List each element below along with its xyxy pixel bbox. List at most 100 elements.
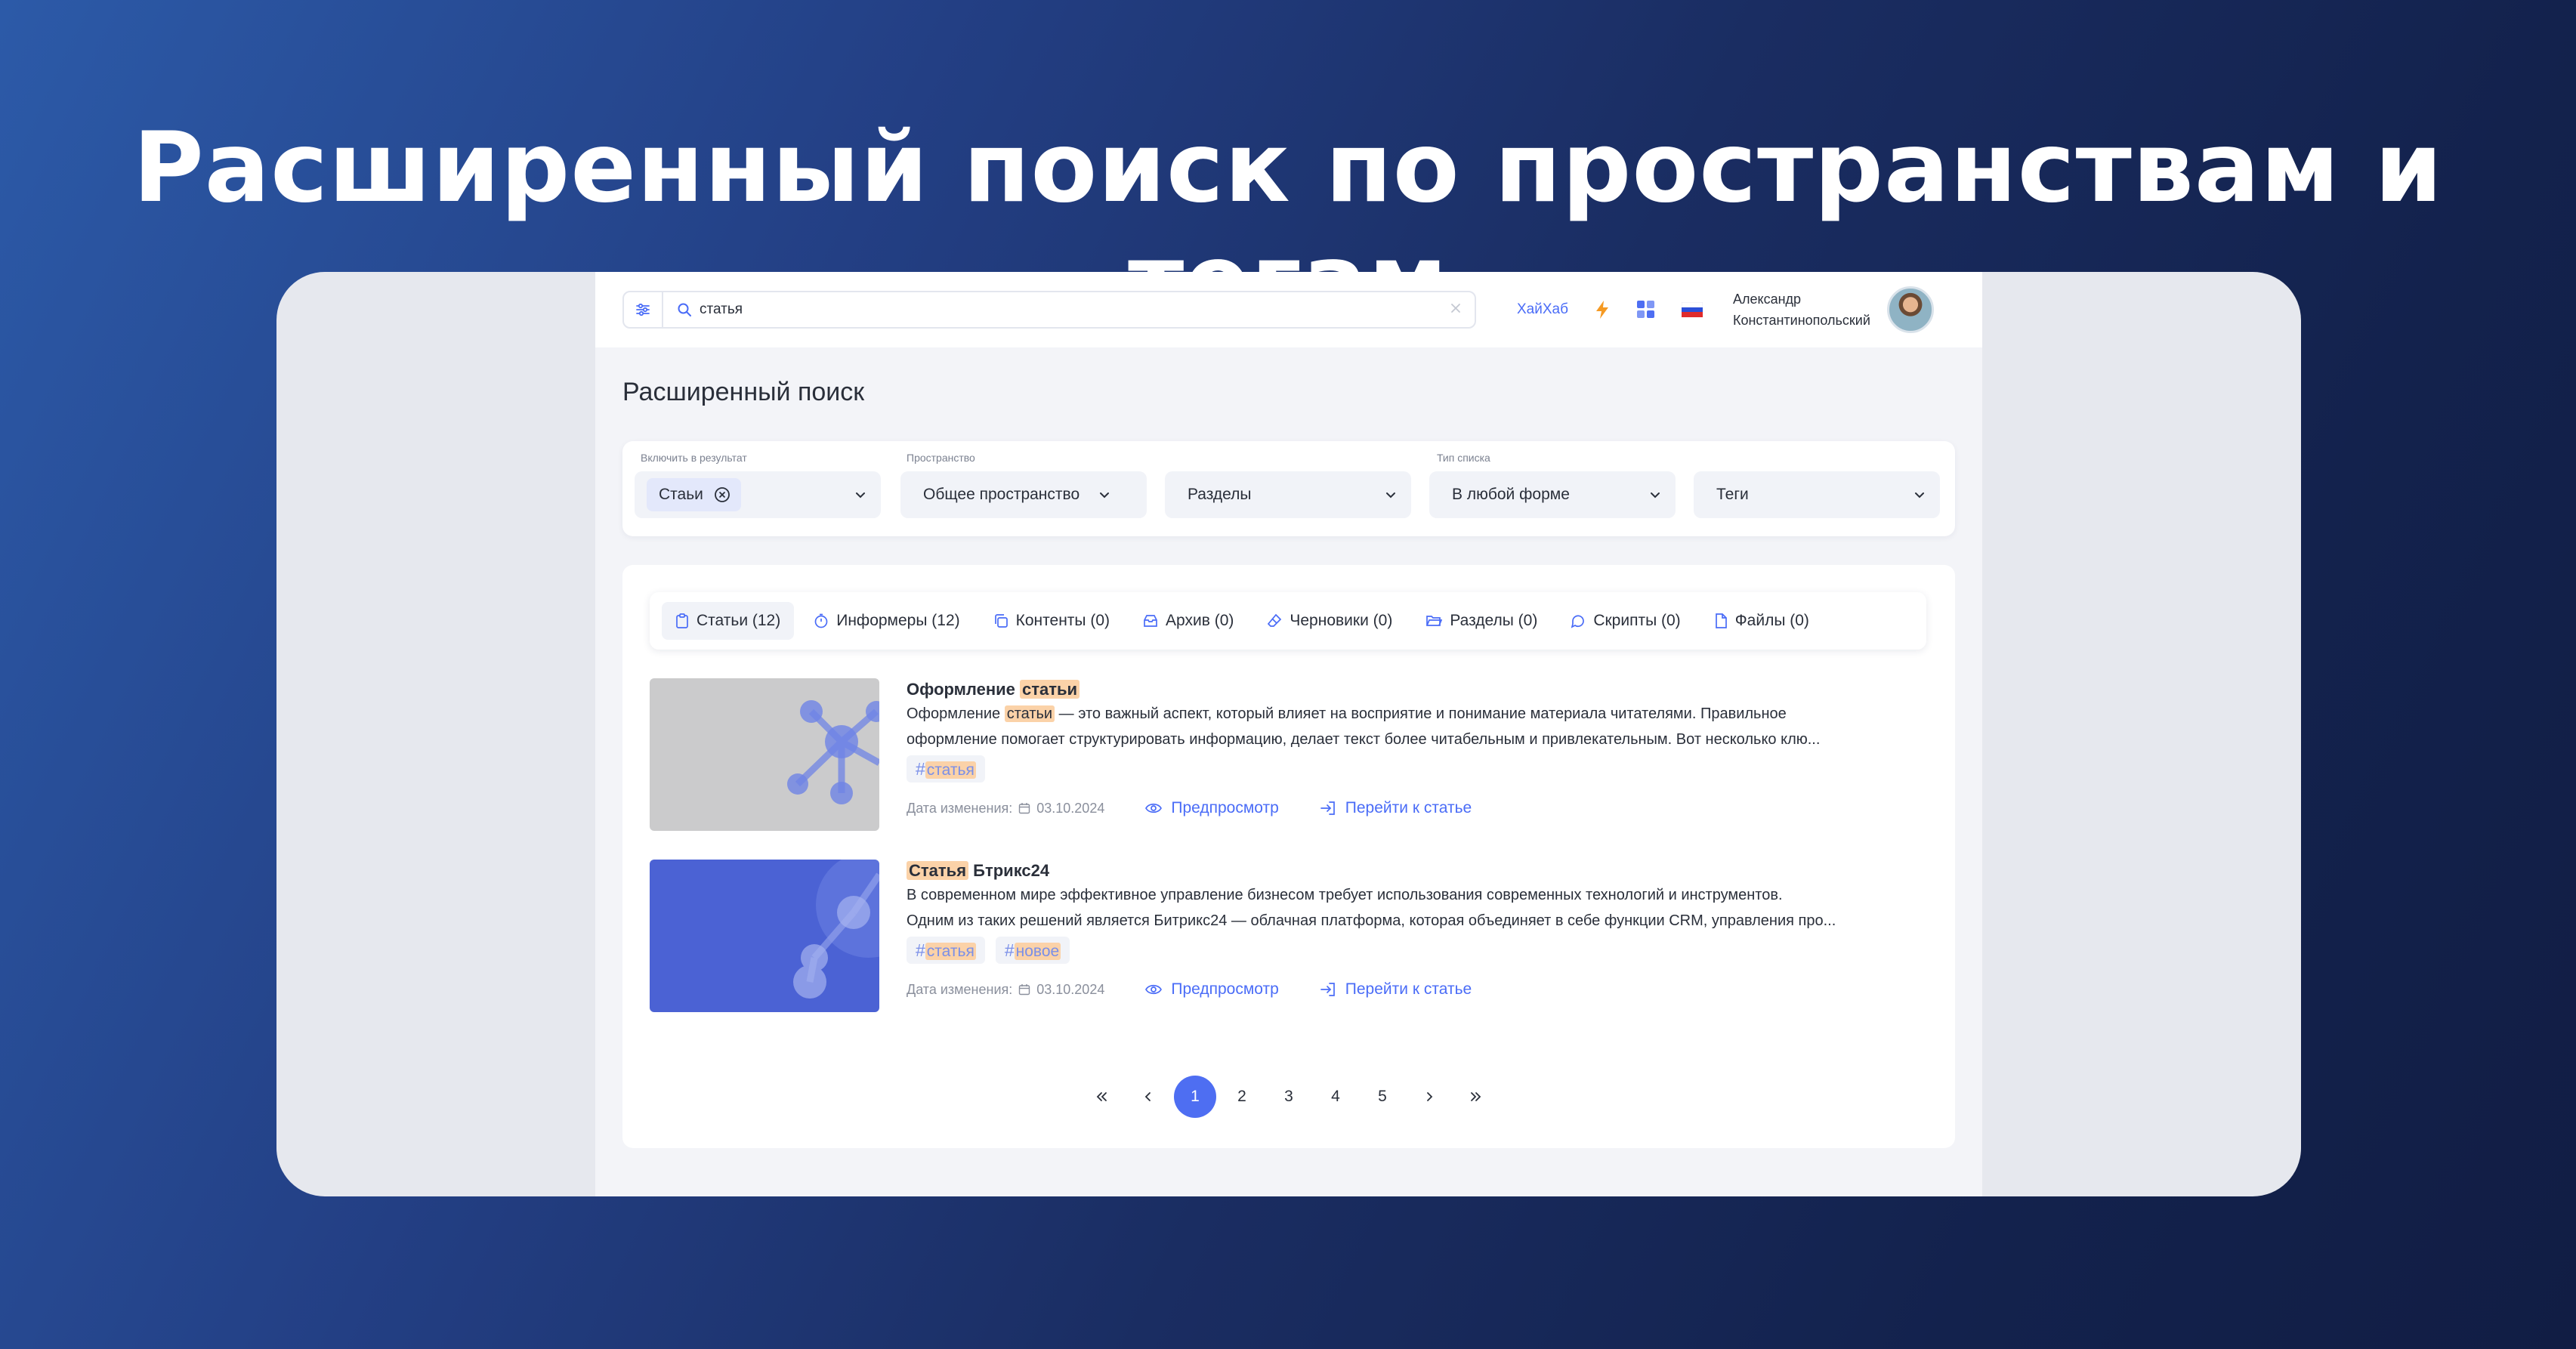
network-graphic-icon: [793, 860, 879, 999]
preview-button[interactable]: Предпросмотр: [1145, 799, 1279, 817]
result-item: Статья Бтрикс24 В современном мире эффек…: [650, 860, 1926, 1012]
search-icon: [678, 303, 691, 316]
double-chevron-right-icon: [1471, 1092, 1481, 1101]
chevron-down-icon: [856, 492, 865, 499]
user-last-name: Константинопольский: [1732, 313, 1870, 328]
goto-article-button[interactable]: Перейти к статье: [1320, 980, 1472, 999]
results-panel: Статьи (12) Информеры (12) Контенты (0) …: [622, 565, 1955, 1148]
date-label: Дата изменения:: [907, 800, 1013, 816]
tab-contents[interactable]: Контенты (0): [980, 602, 1123, 640]
result-title[interactable]: Оформление статьи: [907, 678, 1926, 701]
space-select[interactable]: Общее пространство: [900, 471, 1147, 518]
include-chip[interactable]: Стаьи: [647, 478, 741, 511]
tab-label: Контенты (0): [1015, 612, 1110, 629]
russia-flag-icon[interactable]: [1681, 302, 1703, 317]
copy-icon: [994, 614, 1008, 628]
page-button[interactable]: 3: [1268, 1076, 1310, 1118]
page-button[interactable]: 2: [1221, 1076, 1263, 1118]
tag-list: #статья #новое: [907, 937, 1926, 964]
archive-icon: [1144, 615, 1157, 627]
avatar[interactable]: [1886, 286, 1934, 333]
tab-drafts[interactable]: Черновики (0): [1253, 602, 1406, 640]
tab-label: Черновики (0): [1290, 612, 1393, 629]
preview-button[interactable]: Предпросмотр: [1145, 980, 1279, 999]
list-type-select[interactable]: В любой форме: [1429, 471, 1676, 518]
tab-informers[interactable]: Информеры (12): [800, 602, 973, 640]
top-bar: статья ХайХаб Александр Константинопольс…: [595, 272, 1982, 347]
search-input[interactable]: статья: [700, 301, 743, 318]
tag[interactable]: #статья: [907, 937, 985, 964]
sections-select[interactable]: Разделы: [1165, 471, 1411, 518]
tab-scripts[interactable]: Скрипты (0): [1557, 602, 1694, 640]
tag[interactable]: #статья: [907, 755, 985, 783]
page-button[interactable]: 4: [1314, 1076, 1357, 1118]
result-meta: Дата изменения: 03.10.2024 Предпросмотр …: [907, 980, 1926, 999]
app-window: статья ХайХаб Александр Константинопольс…: [595, 272, 1982, 1196]
result-meta: Дата изменения: 03.10.2024 Предпросмотр …: [907, 799, 1926, 817]
date-value: 03.10.2024: [1036, 800, 1105, 816]
chevron-down-icon: [1100, 492, 1110, 499]
goto-article-button[interactable]: Перейти к статье: [1320, 799, 1472, 817]
tab-sections[interactable]: Разделы (0): [1412, 602, 1551, 640]
last-page-button[interactable]: [1455, 1076, 1497, 1118]
space-value: Общее пространство: [923, 486, 1080, 503]
next-page-button[interactable]: [1408, 1076, 1450, 1118]
result-snippet-line: Оформление статьи — это важный аспект, к…: [907, 705, 1787, 722]
remove-chip-icon[interactable]: [714, 486, 730, 503]
tab-label: Информеры (12): [836, 612, 960, 629]
filter-panel: Включить в результат Стаьи Пространство …: [622, 441, 1955, 536]
login-arrow-icon: [1320, 801, 1335, 815]
page-title: Расширенный поиск: [622, 378, 865, 406]
chevron-down-icon: [1386, 492, 1395, 499]
chat-icon: [1571, 615, 1585, 628]
tab-label: Разделы (0): [1450, 612, 1538, 629]
tab-label: Файлы (0): [1734, 612, 1809, 629]
hub-link[interactable]: ХайХаб: [1517, 301, 1568, 318]
result-item: Оформление статьи Оформление статьи — эт…: [650, 678, 1926, 831]
tags-value: Теги: [1716, 486, 1749, 503]
chevron-left-icon: [1144, 1092, 1151, 1101]
stopwatch-icon: [814, 613, 828, 628]
user-name[interactable]: Александр Константинопольский: [1733, 289, 1870, 331]
tab-label: Статьи (12): [697, 612, 781, 629]
global-search[interactable]: статья: [622, 291, 1476, 329]
user-first-name: Александр: [1732, 292, 1802, 307]
page-button[interactable]: 5: [1361, 1076, 1404, 1118]
tab-files[interactable]: Файлы (0): [1700, 602, 1823, 640]
include-select[interactable]: Стаьи: [635, 471, 881, 518]
space-label: Пространство: [907, 452, 975, 464]
network-graphic-icon: [787, 700, 879, 804]
sections-value: Разделы: [1188, 486, 1252, 503]
list-type-label: Тип списка: [1437, 452, 1490, 464]
result-thumbnail[interactable]: [650, 860, 879, 1012]
first-page-button[interactable]: [1080, 1076, 1123, 1118]
file-icon: [1715, 613, 1727, 628]
tag[interactable]: #новое: [995, 937, 1070, 964]
clipboard-icon: [676, 613, 688, 628]
clear-icon[interactable]: [1449, 301, 1463, 315]
result-thumbnail[interactable]: [650, 678, 879, 831]
result-title[interactable]: Статья Бтрикс24: [907, 860, 1926, 882]
tab-archive[interactable]: Архив (0): [1129, 602, 1247, 640]
prev-page-button[interactable]: [1127, 1076, 1169, 1118]
eye-icon: [1145, 984, 1163, 995]
tab-articles[interactable]: Статьи (12): [662, 602, 795, 640]
calendar-icon: [1019, 984, 1030, 996]
result-snippet-line: оформление помогает структурировать инфо…: [907, 731, 1821, 748]
include-label: Включить в результат: [641, 452, 747, 464]
page-button[interactable]: 1: [1174, 1076, 1216, 1118]
list-type-value: В любой форме: [1452, 486, 1570, 503]
tab-label: Архив (0): [1166, 612, 1234, 629]
pagination: 1 2 3 4 5: [622, 1076, 1955, 1118]
lightning-icon[interactable]: [1594, 300, 1611, 320]
eraser-icon: [1268, 613, 1282, 627]
search-filter-button[interactable]: [624, 292, 663, 327]
chevron-right-icon: [1427, 1092, 1433, 1101]
login-arrow-icon: [1320, 983, 1335, 996]
apps-grid-icon[interactable]: [1636, 300, 1656, 320]
eye-icon: [1145, 803, 1163, 813]
tag-list: #статья: [907, 755, 1926, 783]
tags-select[interactable]: Теги: [1694, 471, 1940, 518]
double-chevron-left-icon: [1096, 1092, 1107, 1101]
result-snippet-line: В современном мире эффективное управлени…: [907, 887, 1783, 903]
